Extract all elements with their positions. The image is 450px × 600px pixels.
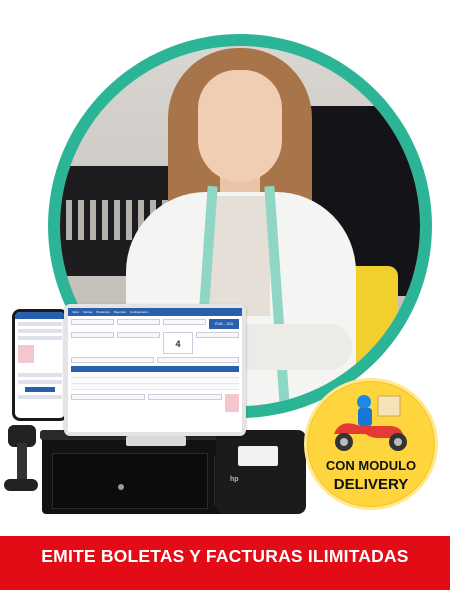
form-field <box>156 357 239 363</box>
menu-item: Reportes <box>113 310 126 314</box>
form-row: EVA - 153 <box>71 319 239 329</box>
menu-item: Ventas <box>83 310 93 314</box>
smartphone <box>12 309 68 421</box>
phone-total-box <box>18 345 34 363</box>
phone-field <box>18 395 62 399</box>
scanner-neck <box>17 443 27 483</box>
phone-header-bar <box>15 312 65 319</box>
tablet-menu-bar: Inicio Ventas Productos Reportes Configu… <box>68 308 242 316</box>
lock-icon <box>118 484 124 490</box>
menu-item: Productos <box>96 310 110 314</box>
woman-shirt <box>210 196 270 316</box>
form-field <box>117 319 160 325</box>
tablet-stand <box>126 436 186 446</box>
menu-item: Configuracion <box>129 310 149 314</box>
delivery-scooter-icon <box>334 395 407 451</box>
phone-field <box>18 373 62 377</box>
badge-line-1: CON MODULO <box>325 458 417 473</box>
total-display: 4 <box>163 332 193 354</box>
form-field <box>71 394 145 400</box>
document-badge: EVA - 153 <box>209 319 239 329</box>
phone-button <box>25 387 55 392</box>
tablet-form: EVA - 153 4 <box>68 316 242 418</box>
form-field <box>71 357 154 363</box>
receipt-paper <box>238 446 278 466</box>
form-field <box>148 394 222 400</box>
table-row <box>71 384 239 390</box>
printer-logo: hp <box>230 476 239 483</box>
scanner-base <box>4 479 38 491</box>
banner-text: EMITE BOLETAS Y FACTURAS ILIMITADAS <box>41 546 409 566</box>
phone-field <box>18 322 62 326</box>
phone-field <box>18 336 62 340</box>
woman-face <box>198 70 282 182</box>
phone-field <box>18 329 62 333</box>
barcode-scanner <box>4 425 38 493</box>
badge-line-2: DELIVERY <box>333 476 409 493</box>
form-field <box>196 332 239 338</box>
receipt-printer <box>216 430 306 514</box>
form-field <box>163 319 206 325</box>
form-field <box>117 332 160 338</box>
form-row: 4 <box>71 332 239 354</box>
phone-field <box>18 380 62 384</box>
menu-item: Inicio <box>72 310 80 314</box>
form-row <box>71 357 239 363</box>
cash-drawer-front <box>52 453 208 509</box>
form-row <box>71 394 239 412</box>
form-field <box>71 319 114 325</box>
phone-screen <box>15 312 65 418</box>
pos-tablet: Inicio Ventas Productos Reportes Configu… <box>64 304 246 436</box>
summary-box <box>225 394 239 412</box>
form-field <box>71 332 114 338</box>
